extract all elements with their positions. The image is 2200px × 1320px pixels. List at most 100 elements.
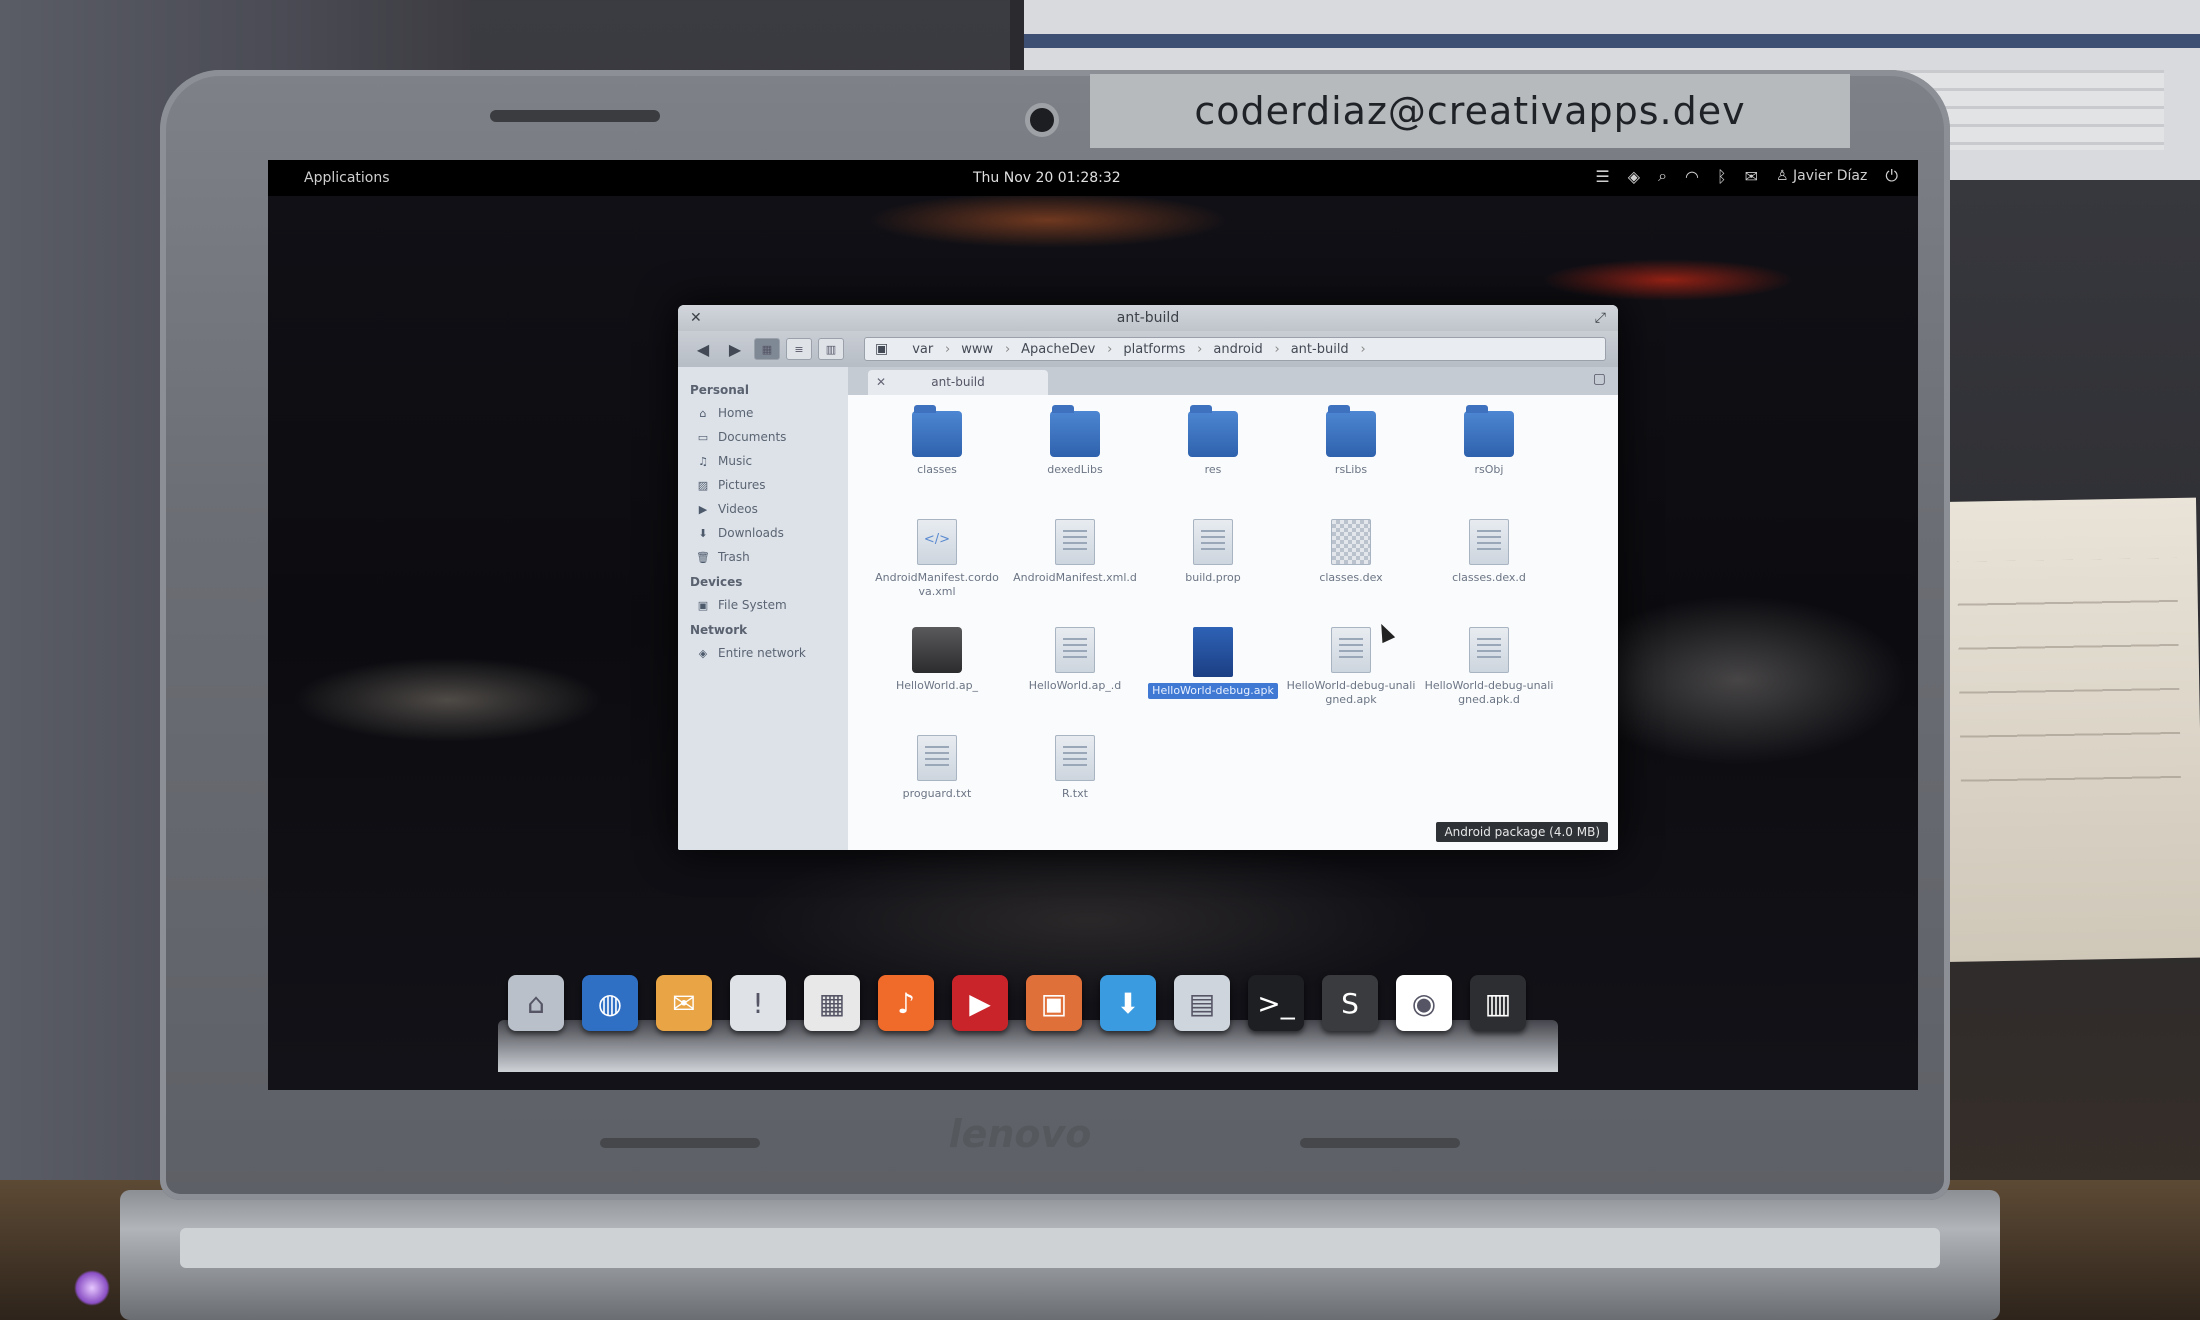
- breadcrumb-item[interactable]: www: [947, 342, 1010, 357]
- window-titlebar[interactable]: ✕ ant-build ⤢: [678, 305, 1618, 331]
- sidebar-item-pictures[interactable]: ▨ Pictures: [678, 473, 848, 497]
- file-view[interactable]: classes dexedLibs res rsLibs rsObj AndroidMan…: [848, 395, 1618, 850]
- breadcrumb-item[interactable]: var: [898, 342, 950, 357]
- breadcrumb-item[interactable]: ApacheDev: [1007, 342, 1112, 357]
- mail-icon[interactable]: ✉: [656, 975, 712, 1031]
- file-item[interactable]: HelloWorld-debug.apk: [1144, 621, 1282, 729]
- file-item[interactable]: dexedLibs: [1006, 405, 1144, 513]
- drive-icon[interactable]: ▣: [865, 341, 898, 357]
- applications-menu[interactable]: Applications: [304, 170, 390, 186]
- breadcrumb-item[interactable]: platforms: [1109, 342, 1202, 357]
- sidebar-item-videos[interactable]: ▶ Videos: [678, 497, 848, 521]
- archive-manager-icon[interactable]: ▥: [1470, 975, 1526, 1031]
- settings-icon[interactable]: ▤: [1174, 975, 1230, 1031]
- speaker-grille: [490, 110, 660, 122]
- sidebar-item-home[interactable]: ⌂ Home: [678, 401, 848, 425]
- doc-icon: [1055, 627, 1095, 673]
- file-name: HelloWorld-debug-unaligned.apk: [1286, 679, 1416, 706]
- list-view-button[interactable]: ≡: [786, 338, 812, 360]
- hinge-slot: [1300, 1138, 1460, 1148]
- file-item[interactable]: rsLibs: [1282, 405, 1420, 513]
- sidebar-item-music[interactable]: ♫ Music: [678, 449, 848, 473]
- network-heading: Network: [690, 623, 748, 637]
- dropbox-icon[interactable]: ◈: [1628, 167, 1640, 186]
- icon-view-button[interactable]: ▦: [754, 338, 780, 360]
- back-arrow-icon[interactable]: ◀: [690, 338, 716, 360]
- doc-icon: [1331, 627, 1371, 673]
- file-item[interactable]: HelloWorld.ap_: [868, 621, 1006, 729]
- terminal-icon[interactable]: >_: [1248, 975, 1304, 1031]
- sidebar-item-file-system[interactable]: ▣ File System: [678, 593, 848, 617]
- file-name: build.prop: [1185, 571, 1241, 584]
- sound-icon[interactable]: ☰: [1595, 167, 1609, 186]
- close-icon[interactable]: ✕: [690, 305, 702, 331]
- video-player-icon[interactable]: ▶: [952, 975, 1008, 1031]
- new-tab-icon[interactable]: ▢: [1593, 371, 1606, 387]
- sidebar-item-entire-network[interactable]: ◈ Entire network: [678, 641, 848, 665]
- file-item[interactable]: build.prop: [1144, 513, 1282, 621]
- sidebar-item-label: Home: [718, 406, 754, 420]
- file-name: HelloWorld-debug.apk: [1148, 683, 1278, 699]
- sidebar-item-documents[interactable]: ▭ Documents: [678, 425, 848, 449]
- wifi-icon[interactable]: ◠: [1685, 167, 1699, 186]
- file-item[interactable]: classes: [868, 405, 1006, 513]
- sidebar-item-label: Pictures: [718, 478, 766, 492]
- tab-close-icon[interactable]: ✕: [876, 370, 886, 395]
- sidebar-item-downloads[interactable]: ⬇ Downloads: [678, 521, 848, 545]
- archive-icon: [912, 627, 962, 673]
- file-name: classes: [917, 463, 957, 476]
- doc-icon: [1193, 519, 1233, 565]
- file-item[interactable]: AndroidManifest.cordova.xml: [868, 513, 1006, 621]
- breadcrumb-item[interactable]: android: [1199, 342, 1280, 357]
- file-item[interactable]: AndroidManifest.xml.d: [1006, 513, 1144, 621]
- app-center-icon[interactable]: ⬇: [1100, 975, 1156, 1031]
- photos-icon[interactable]: ▣: [1026, 975, 1082, 1031]
- laptop-base-edge: [180, 1228, 1940, 1268]
- sidebar-item-trash[interactable]: 🗑 Trash: [678, 545, 848, 569]
- tab-bar: ✕ ant-build ▢: [848, 367, 1618, 395]
- bluetooth-icon[interactable]: ᛒ: [1717, 167, 1727, 186]
- file-item[interactable]: classes.dex.d: [1420, 513, 1558, 621]
- files-icon[interactable]: ⌂: [508, 975, 564, 1031]
- forward-arrow-icon[interactable]: ▶: [722, 338, 748, 360]
- user-menu[interactable]: ♙ Javier Díaz: [1776, 168, 1867, 184]
- chrome-icon[interactable]: ◉: [1396, 975, 1452, 1031]
- tab-ant-build[interactable]: ✕ ant-build: [868, 370, 1048, 395]
- file-item[interactable]: proguard.txt: [868, 729, 1006, 837]
- sidebar-item-label: File System: [718, 598, 787, 612]
- browser-globe-icon[interactable]: ◍: [582, 975, 638, 1031]
- file-name: res: [1204, 463, 1222, 476]
- calendar-icon[interactable]: ▦: [804, 975, 860, 1031]
- network-icon: ◈: [698, 646, 708, 660]
- sidebar-item-label: Trash: [718, 550, 750, 564]
- mail-indicator-icon[interactable]: ✉: [1745, 167, 1758, 186]
- breadcrumb-item[interactable]: ant-build: [1277, 342, 1366, 357]
- sublime-text-icon[interactable]: S: [1322, 975, 1378, 1031]
- music-player-icon[interactable]: ♪: [878, 975, 934, 1031]
- personal-heading: Personal: [690, 383, 749, 397]
- folder-icon: [1464, 405, 1514, 457]
- file-name: classes.dex.d: [1452, 571, 1526, 584]
- power-icon[interactable]: ⏻: [1885, 166, 1898, 186]
- drive-icon: ▣: [697, 598, 709, 612]
- file-name: HelloWorld.ap_: [895, 679, 979, 692]
- file-item[interactable]: res: [1144, 405, 1282, 513]
- user-name: Javier Díaz: [1793, 168, 1868, 184]
- music-icon: ♫: [698, 454, 708, 468]
- column-view-button[interactable]: ▥: [818, 338, 844, 360]
- file-item[interactable]: HelloWorld.ap_.d: [1006, 621, 1144, 729]
- file-manager-window: ✕ ant-build ⤢ ◀ ▶ ▦ ≡ ▥ ▣ varwwwApacheDe…: [678, 305, 1618, 850]
- hinge-slot: [600, 1138, 760, 1148]
- search-icon[interactable]: ⌕: [1658, 166, 1667, 186]
- file-item[interactable]: rsObj: [1420, 405, 1558, 513]
- file-item[interactable]: R.txt: [1006, 729, 1144, 837]
- panel-clock[interactable]: Thu Nov 20 01:28:32: [973, 170, 1121, 186]
- file-item[interactable]: HelloWorld-debug-unaligned.apk: [1282, 621, 1420, 729]
- chat-icon[interactable]: !: [730, 975, 786, 1031]
- sidebar-item-label: Music: [718, 454, 753, 468]
- maximize-icon[interactable]: ⤢: [1595, 305, 1606, 331]
- user-icon: ♙: [1776, 168, 1794, 184]
- file-item[interactable]: HelloWorld-debug-unaligned.apk.d: [1420, 621, 1558, 729]
- file-item[interactable]: classes.dex: [1282, 513, 1420, 621]
- sidebar: Personal ⌂ Home ▭ Documents ♫ Music ▨ Pictures ▶ V…: [678, 367, 848, 850]
